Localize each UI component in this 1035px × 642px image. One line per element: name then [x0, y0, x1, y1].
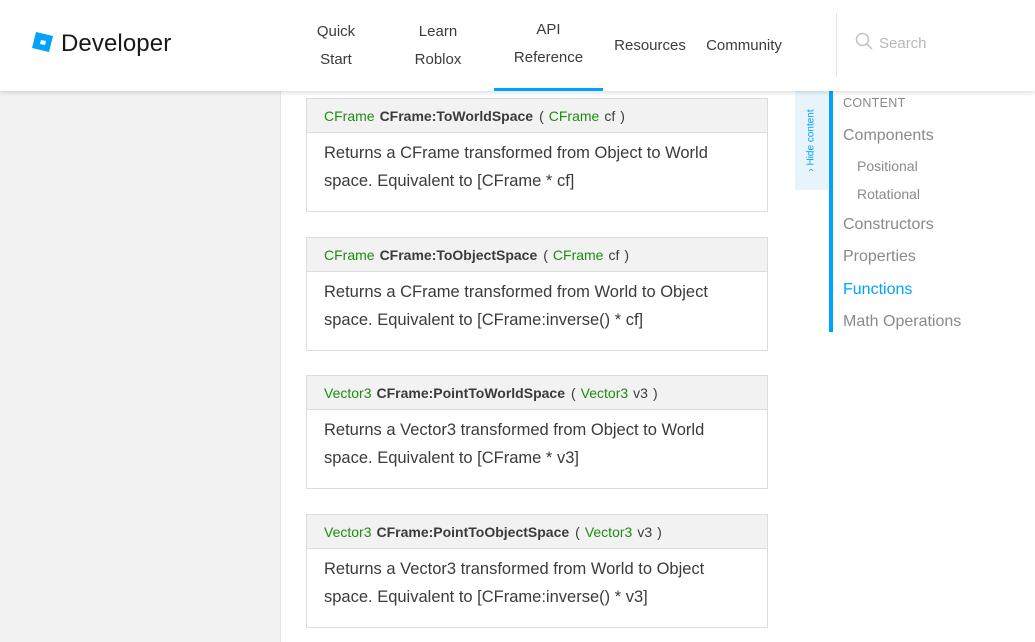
toc-item-components[interactable]: Components [843, 127, 934, 145]
param-name: cf [604, 107, 616, 124]
nav-label-line1: Learn [418, 22, 458, 40]
function-signature: CFrame CFrame:ToObjectSpace ( CFrame cf … [307, 238, 767, 272]
param-type-link[interactable]: Vector3 [581, 385, 628, 401]
nav-label-line1: API [536, 21, 561, 38]
left-sidebar-panel [0, 91, 281, 642]
function-description: Returns a Vector3 transformed from World… [324, 560, 705, 606]
function-card-toworldspace: CFrame CFrame:ToWorldSpace ( CFrame cf )… [306, 98, 768, 212]
nav-community[interactable]: Community [698, 0, 790, 91]
return-type-link[interactable]: CFrame [324, 108, 375, 124]
nav-resources[interactable]: Resources [608, 0, 692, 91]
search-box[interactable] [855, 32, 1019, 55]
nav-label-line1: Quick [316, 22, 356, 40]
param-type-link[interactable]: CFrame [549, 108, 600, 124]
function-card-pointtoworldspace: Vector3 CFrame:PointToWorldSpace ( Vecto… [306, 375, 768, 489]
close-paren: ) [620, 107, 625, 124]
nav-quick-start[interactable]: Quick Start [300, 0, 372, 91]
nav-label-line2: Start [320, 50, 352, 68]
return-type-link[interactable]: CFrame [324, 247, 375, 263]
close-paren: ) [652, 384, 658, 401]
toc-item-functions[interactable]: Functions [843, 281, 912, 299]
logo-text: Developer [61, 30, 172, 57]
function-name: CFrame:ToWorldSpace [379, 107, 534, 124]
param-name: v3 [633, 384, 648, 401]
param-type-link[interactable]: CFrame [553, 247, 604, 263]
toc-item-positional[interactable]: Positional [857, 158, 918, 174]
top-navigation-bar: Developer Quick Start Learn Roblox API Refe… [0, 0, 1035, 91]
nav-label: Resources [614, 36, 686, 54]
open-paren: ( [543, 246, 548, 263]
open-paren: ( [571, 384, 576, 401]
toc-accent-bar [829, 91, 833, 332]
nav-label-line2: Roblox [414, 50, 462, 68]
open-paren: ( [539, 107, 544, 124]
open-paren: ( [575, 523, 580, 540]
function-name: CFrame:PointToWorldSpace [376, 384, 565, 401]
search-input[interactable] [879, 35, 1019, 52]
close-paren: ) [657, 523, 662, 540]
function-name: CFrame:ToObjectSpace [379, 246, 538, 263]
function-description: Returns a CFrame transformed from Object… [324, 144, 708, 190]
hide-content-toggle[interactable]: › Hide content [795, 91, 828, 190]
nav-label-line2: Reference [513, 49, 584, 66]
toc-item-constructors[interactable]: Constructors [843, 216, 934, 234]
function-signature: Vector3 CFrame:PointToObjectSpace ( Vect… [307, 515, 767, 549]
nav-divider [836, 13, 837, 77]
hide-content-label: Hide content [806, 109, 817, 166]
nav-label: Community [706, 36, 782, 54]
search-icon [855, 32, 873, 55]
return-type-link[interactable]: Vector3 [324, 524, 371, 540]
toc-item-math-operations[interactable]: Math Operations [843, 313, 961, 331]
param-type-link[interactable]: Vector3 [585, 524, 632, 540]
developer-logo-link[interactable]: Developer [32, 30, 171, 58]
function-signature: Vector3 CFrame:PointToWorldSpace ( Vecto… [307, 376, 767, 410]
roblox-studio-logo-icon [32, 31, 54, 58]
function-name: CFrame:PointToObjectSpace [376, 523, 570, 540]
chevron-right-icon: › [806, 168, 817, 172]
nav-api-reference[interactable]: API Reference [494, 0, 603, 91]
toc-item-properties[interactable]: Properties [843, 248, 916, 266]
return-type-link[interactable]: Vector3 [324, 385, 371, 401]
function-card-pointtoobjectspace: Vector3 CFrame:PointToObjectSpace ( Vect… [306, 514, 768, 628]
function-description: Returns a Vector3 transformed from Objec… [324, 421, 705, 467]
param-name: v3 [637, 523, 653, 540]
function-signature: CFrame CFrame:ToWorldSpace ( CFrame cf ) [307, 99, 767, 133]
function-description: Returns a CFrame transformed from World … [324, 283, 708, 329]
param-name: cf [608, 246, 620, 263]
nav-learn-roblox[interactable]: Learn Roblox [398, 0, 478, 91]
close-paren: ) [624, 246, 630, 263]
toc-item-rotational[interactable]: Rotational [857, 186, 920, 202]
toc-title: CONTENT [843, 96, 906, 110]
function-card-toobjectspace: CFrame CFrame:ToObjectSpace ( CFrame cf … [306, 237, 768, 351]
